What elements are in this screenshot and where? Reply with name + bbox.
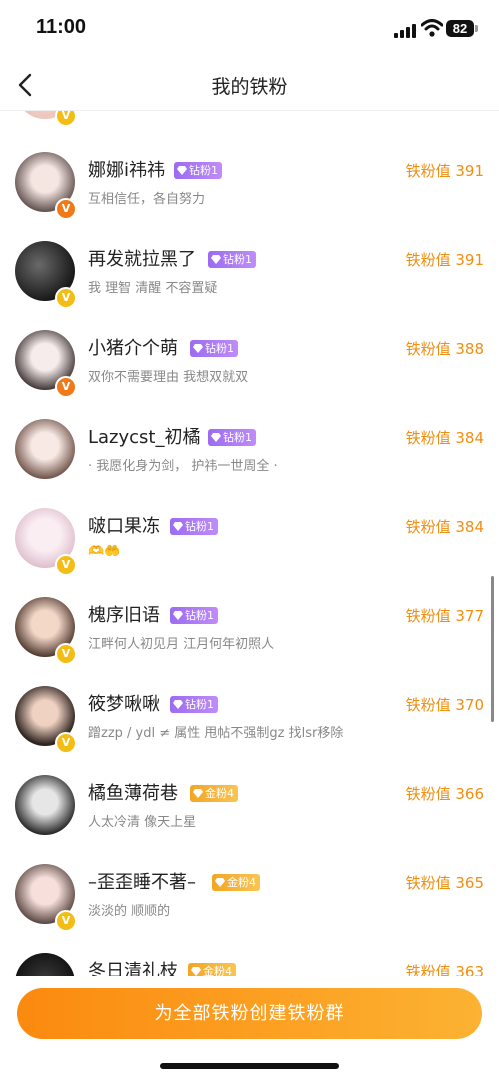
battery-tip	[475, 25, 478, 32]
fan-list-item[interactable]: V 娜娜i祎祎 钻粉1 互相信任，各自努力 铁粉值 391	[0, 152, 499, 241]
diamond-icon	[173, 611, 183, 620]
verified-badge-icon: V	[55, 732, 77, 754]
verified-badge-icon: V	[55, 643, 77, 665]
verified-badge-icon: V	[55, 910, 77, 932]
fan-list-item[interactable]: V 槐序旧语 钻粉1 江畔何人初见月 江月何年初照人 铁粉值 377	[0, 597, 499, 686]
fan-level-tag: 钻粉1	[190, 340, 238, 357]
diamond-icon	[173, 700, 183, 709]
fan-level-tag: 钻粉1	[170, 518, 218, 535]
fan-name: 再发就拉黑了	[88, 249, 196, 270]
fan-name: 小猪介个萌	[88, 338, 178, 359]
verified-badge-icon: V	[55, 554, 77, 576]
fan-list-item[interactable]: V 小猪介个萌 钻粉1 双你不需要理由 我想双就双 铁粉值 388	[0, 330, 499, 419]
fan-level-label: 金粉4	[205, 787, 234, 800]
fan-level-tag: 金粉4	[212, 874, 260, 891]
gold-gem-icon	[191, 967, 201, 976]
fan-score: 铁粉值 365	[405, 874, 484, 892]
fan-list-item[interactable]: 冬日清礼枝 金粉4 铁粉值 363	[0, 953, 499, 976]
fan-signature: 淡淡的 顺顺的	[88, 904, 171, 919]
avatar	[15, 953, 75, 976]
fan-signature: 双你不需要理由 我想双就双	[88, 370, 249, 385]
fan-level-label: 钻粉1	[205, 342, 234, 355]
gold-gem-icon	[193, 789, 203, 798]
scrollbar[interactable]	[491, 576, 494, 722]
fan-name: 橘鱼薄荷巷	[88, 783, 178, 804]
fan-level-tag: 钻粉1	[170, 607, 218, 624]
fan-name: –歪歪睡不著–	[88, 872, 196, 893]
nav-bar: 我的铁粉	[0, 60, 499, 111]
fan-level-tag: 金粉4	[188, 963, 236, 976]
verified-badge-icon: V	[55, 111, 77, 127]
fan-signature: 蹭zzp / ydl ≠ 属性 甩帖不强制gz 找lsr移除	[88, 726, 344, 741]
diamond-icon	[193, 344, 203, 353]
fan-list-item[interactable]: V 筱梦啾啾 钻粉1 蹭zzp / ydl ≠ 属性 甩帖不强制gz 找lsr移…	[0, 686, 499, 775]
page-title: 我的铁粉	[211, 76, 288, 98]
fan-score: 铁粉值 377	[405, 607, 484, 625]
fan-list-item[interactable]: V 啵口果冻 钻粉1 🫶🤲 铁粉值 384	[0, 508, 499, 597]
fan-name: 啵口果冻	[88, 516, 160, 537]
diamond-icon	[211, 255, 221, 264]
fan-level-label: 钻粉1	[223, 431, 252, 444]
fan-score: 铁粉值 388	[405, 340, 484, 358]
create-fan-group-button[interactable]: 为全部铁粉创建铁粉群	[17, 988, 482, 1039]
fan-level-label: 钻粉1	[185, 520, 214, 533]
home-indicator[interactable]	[160, 1063, 339, 1069]
verified-badge-icon: V	[55, 198, 77, 220]
fan-level-tag: 钻粉1	[170, 696, 218, 713]
avatar	[15, 419, 75, 479]
fan-name: 筱梦啾啾	[88, 694, 160, 715]
fan-list-item[interactable]: Lazycst_初橘 钻粉1 · 我愿化身为剑， 护祎一世周全 · 铁粉值 38…	[0, 419, 499, 508]
battery-icon: 82	[446, 20, 474, 37]
verified-badge-icon: V	[55, 376, 77, 398]
fan-level-tag: 金粉4	[190, 785, 238, 802]
fan-score: 铁粉值 391	[405, 251, 484, 269]
fan-level-label: 钻粉1	[189, 164, 218, 177]
fan-level-label: 钻粉1	[185, 698, 214, 711]
fan-signature: 江畔何人初见月 江月何年初照人	[88, 637, 275, 652]
fan-level-label: 钻粉1	[185, 609, 214, 622]
diamond-icon	[177, 166, 187, 175]
fan-score: 铁粉值 363	[405, 963, 484, 976]
fan-list-item[interactable]: V	[0, 111, 499, 148]
fan-name: 娜娜i祎祎	[88, 160, 166, 181]
fan-level-tag: 钻粉1	[174, 162, 222, 179]
gold-gem-icon	[215, 878, 225, 887]
fan-score: 铁粉值 384	[405, 518, 484, 536]
status-bar: 11:00 82	[0, 0, 499, 60]
fan-level-label: 金粉4	[203, 965, 232, 976]
fan-score: 铁粉值 370	[405, 696, 484, 714]
signal-icon	[394, 24, 416, 38]
bottom-bar: 为全部铁粉创建铁粉群	[0, 976, 499, 1080]
fan-signature: 我 理智 清醒 不容置疑	[88, 281, 218, 296]
avatar	[15, 775, 75, 835]
fan-name: 冬日清礼枝	[88, 961, 178, 976]
fan-list-item[interactable]: 橘鱼薄荷巷 金粉4 人太冷清 像天上星 铁粉值 366	[0, 775, 499, 864]
fan-list-item[interactable]: V 再发就拉黑了 钻粉1 我 理智 清醒 不容置疑 铁粉值 391	[0, 241, 499, 330]
fan-name: 槐序旧语	[88, 605, 160, 626]
diamond-icon	[211, 433, 221, 442]
fan-level-tag: 钻粉1	[208, 251, 256, 268]
fan-signature: 互相信任，各自努力	[88, 192, 206, 207]
fan-list[interactable]: V V 娜娜i祎祎 钻粉1 互相信任，各自努力 铁粉值 391 V 再发就拉黑了…	[0, 111, 499, 976]
fan-signature: 🫶🤲	[88, 544, 121, 559]
wifi-icon	[421, 19, 443, 37]
fan-score: 铁粉值 366	[405, 785, 484, 803]
fan-signature: · 我愿化身为剑， 护祎一世周全 ·	[88, 459, 278, 474]
diamond-icon	[173, 522, 183, 531]
fan-score: 铁粉值 391	[405, 162, 484, 180]
fan-name: Lazycst_初橘	[88, 427, 201, 448]
fan-level-label: 钻粉1	[223, 253, 252, 266]
fan-score: 铁粉值 384	[405, 429, 484, 447]
fan-list-item[interactable]: V –歪歪睡不著– 金粉4 淡淡的 顺顺的 铁粉值 365	[0, 864, 499, 953]
fan-level-tag: 钻粉1	[208, 429, 256, 446]
fan-signature: 人太冷清 像天上星	[88, 815, 197, 830]
fan-level-label: 金粉4	[227, 876, 256, 889]
verified-badge-icon: V	[55, 287, 77, 309]
status-time: 11:00	[36, 16, 87, 38]
